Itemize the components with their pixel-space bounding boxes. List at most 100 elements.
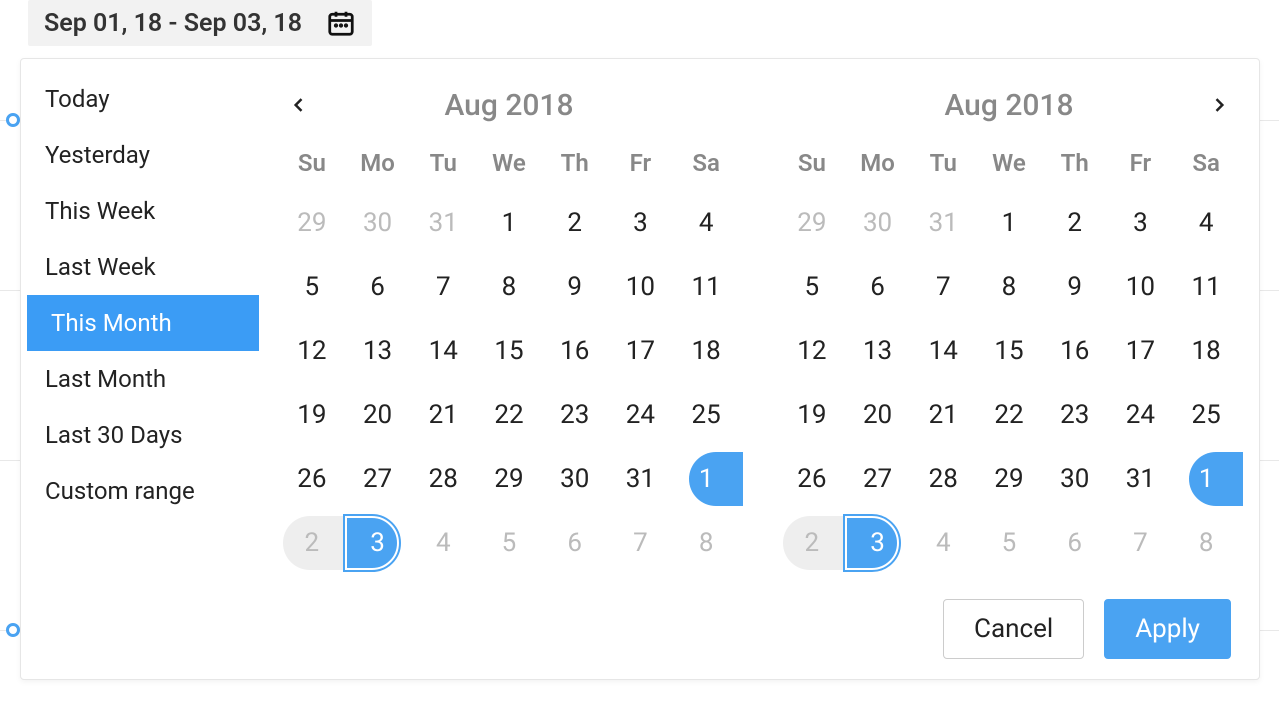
calendar-day[interactable]: 25 [673,383,739,447]
calendar-day[interactable]: 21 [910,383,976,447]
calendar-day[interactable]: 20 [345,383,411,447]
calendar-day[interactable]: 30 [1042,447,1108,511]
calendar-day[interactable]: 29 [779,191,845,255]
calendar-day[interactable]: 29 [476,447,542,511]
calendar-day[interactable]: 18 [1173,319,1239,383]
cancel-button[interactable]: Cancel [943,599,1084,659]
calendar-day[interactable]: 28 [910,447,976,511]
calendar-day[interactable]: 8 [673,511,739,575]
calendar-day[interactable]: 8 [976,255,1042,319]
calendar-day[interactable]: 17 [608,319,674,383]
calendar-day[interactable]: 7 [1108,511,1174,575]
calendar-day[interactable]: 2 [1042,191,1108,255]
calendar-day[interactable]: 23 [1042,383,1108,447]
calendar-day[interactable]: 24 [608,383,674,447]
preset-item[interactable]: Last 30 Days [21,407,259,463]
calendar-day[interactable]: 24 [1108,383,1174,447]
calendar-day[interactable]: 17 [1108,319,1174,383]
calendar-day[interactable]: 10 [608,255,674,319]
calendar-day[interactable]: 14 [410,319,476,383]
calendar-day[interactable]: 4 [673,191,739,255]
calendar-day[interactable]: 29 [279,191,345,255]
calendar-day[interactable]: 26 [779,447,845,511]
calendar-day[interactable]: 8 [1173,511,1239,575]
calendar-day[interactable]: 23 [542,383,608,447]
calendar-day[interactable]: 7 [410,255,476,319]
calendar-day[interactable]: 27 [345,447,411,511]
calendar-day[interactable]: 7 [608,511,674,575]
calendar-day[interactable]: 12 [279,319,345,383]
calendar-day[interactable]: 31 [1108,447,1174,511]
calendar-day[interactable]: 5 [279,255,345,319]
calendar-day[interactable]: 6 [345,255,411,319]
calendar-day[interactable]: 21 [410,383,476,447]
calendar-day[interactable]: 29 [976,447,1042,511]
calendar-day[interactable]: 9 [542,255,608,319]
prev-month-button[interactable] [279,85,319,125]
calendar-day[interactable]: 10 [1108,255,1174,319]
calendar-day[interactable]: 27 [845,447,911,511]
calendar-day[interactable]: 19 [779,383,845,447]
calendar-day[interactable]: 26 [279,447,345,511]
preset-item[interactable]: Today [21,71,259,127]
calendar-day[interactable]: 8 [476,255,542,319]
calendar-day[interactable]: 30 [542,447,608,511]
calendar-day[interactable]: 3 [845,511,911,575]
calendar-day[interactable]: 1 [1173,447,1239,511]
calendar-day[interactable]: 3 [345,511,411,575]
calendar-day[interactable]: 1 [476,191,542,255]
calendar-day[interactable]: 4 [410,511,476,575]
calendars-container: Aug 2018SuMoTuWeThFrSa293031123456789101… [259,59,1259,585]
calendar-day[interactable]: 6 [845,255,911,319]
calendar-day[interactable]: 3 [1108,191,1174,255]
date-range-trigger[interactable]: Sep 01, 18 - Sep 03, 18 [28,0,372,46]
calendar-day[interactable]: 20 [845,383,911,447]
calendar-day[interactable]: 22 [476,383,542,447]
date-range-panel: TodayYesterdayThis WeekLast WeekThis Mon… [20,58,1260,680]
calendar-day[interactable]: 6 [542,511,608,575]
calendar-day[interactable]: 7 [910,255,976,319]
calendar-day[interactable]: 1 [976,191,1042,255]
calendar-day[interactable]: 11 [1173,255,1239,319]
preset-item[interactable]: This Month [27,295,259,351]
day-of-week-header: We [476,141,542,191]
preset-item[interactable]: Last Week [21,239,259,295]
calendar-day[interactable]: 11 [673,255,739,319]
calendar-day[interactable]: 2 [279,511,345,575]
calendar-day[interactable]: 31 [608,447,674,511]
calendar-day[interactable]: 6 [1042,511,1108,575]
calendar-day[interactable]: 5 [779,255,845,319]
calendar-day[interactable]: 15 [976,319,1042,383]
calendar-day[interactable]: 30 [345,191,411,255]
calendar-day[interactable]: 13 [845,319,911,383]
calendar-day[interactable]: 3 [608,191,674,255]
calendar-day[interactable]: 22 [976,383,1042,447]
preset-item[interactable]: Custom range [21,463,259,519]
calendar-day[interactable]: 4 [1173,191,1239,255]
calendar-day[interactable]: 13 [345,319,411,383]
calendar-day[interactable]: 19 [279,383,345,447]
calendar-day[interactable]: 4 [910,511,976,575]
calendar-day[interactable]: 9 [1042,255,1108,319]
calendar-day[interactable]: 16 [1042,319,1108,383]
preset-item[interactable]: Yesterday [21,127,259,183]
calendar-day[interactable]: 18 [673,319,739,383]
calendar-day[interactable]: 30 [845,191,911,255]
calendar-day[interactable]: 31 [910,191,976,255]
calendar-day[interactable]: 12 [779,319,845,383]
calendar-day[interactable]: 15 [476,319,542,383]
calendar-day[interactable]: 5 [976,511,1042,575]
preset-item[interactable]: Last Month [21,351,259,407]
calendar-day[interactable]: 1 [673,447,739,511]
preset-item[interactable]: This Week [21,183,259,239]
calendar-day[interactable]: 25 [1173,383,1239,447]
calendar-day[interactable]: 14 [910,319,976,383]
apply-button[interactable]: Apply [1104,599,1231,659]
calendar-day[interactable]: 5 [476,511,542,575]
calendar-day[interactable]: 2 [779,511,845,575]
calendar-day[interactable]: 28 [410,447,476,511]
calendar-day[interactable]: 31 [410,191,476,255]
calendar-day[interactable]: 2 [542,191,608,255]
calendar-day[interactable]: 16 [542,319,608,383]
next-month-button[interactable] [1199,85,1239,125]
